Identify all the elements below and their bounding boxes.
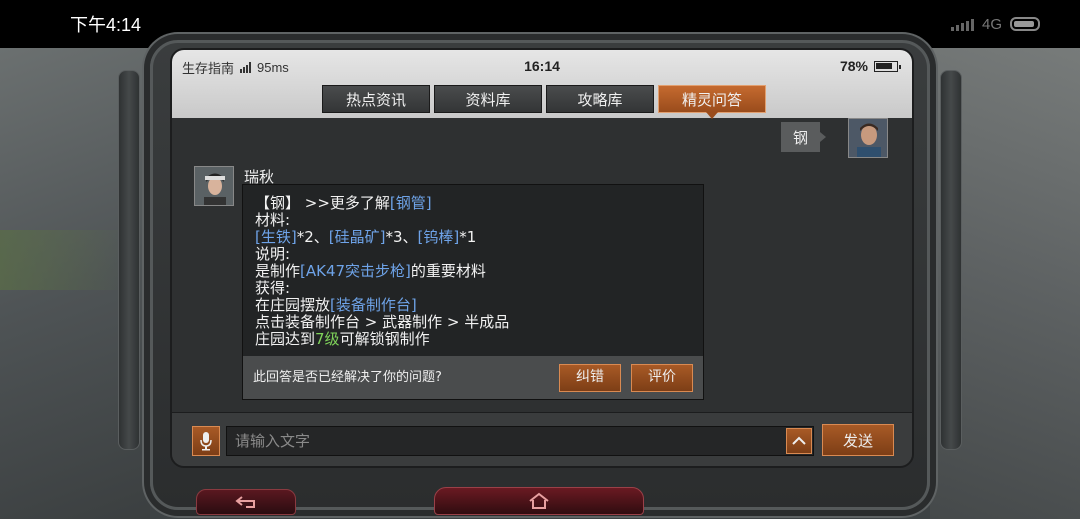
back-arrow-icon — [235, 496, 255, 508]
answer-text: 材料: — [255, 211, 291, 229]
back-button[interactable] — [196, 489, 296, 515]
answer-body: 【钢】 >>更多了解[钢管] 材料: [生铁]*2、[硅晶矿]*3、[钨棒]*1… — [243, 185, 703, 348]
battery-percent: 78% — [839, 58, 868, 74]
link-tungsten-rod[interactable]: [钨棒] — [418, 228, 460, 246]
phone-battery-icon — [1010, 17, 1040, 31]
user-message-bubble: 钢 — [780, 122, 827, 152]
input-bar: 发送 — [172, 412, 912, 466]
frame-side-left — [118, 70, 140, 450]
user-avatar[interactable] — [848, 118, 888, 158]
bot-portrait-icon — [195, 167, 233, 205]
level-value: 7级 — [315, 330, 340, 348]
user-portrait-icon — [849, 119, 887, 157]
home-icon — [529, 492, 549, 509]
rate-button[interactable]: 评价 — [631, 363, 693, 392]
answer-text: 是制作 — [255, 262, 301, 280]
tab-hot-news[interactable]: 热点资讯 — [322, 85, 430, 113]
answer-text: *2、 — [296, 228, 329, 246]
device-screen: 生存指南 95ms 16:14 78% 热点资讯 资料库 攻略库 精灵问答 钢 — [170, 48, 914, 468]
game-clock: 16:14 — [524, 58, 560, 74]
cell-signal-icon — [950, 17, 974, 31]
link-pig-iron[interactable]: [生铁] — [255, 228, 297, 246]
chevron-up-icon — [792, 436, 806, 445]
answer-text: 获得: — [255, 279, 291, 297]
user-message-text: 钢 — [792, 128, 808, 147]
game-status-right: 78% — [839, 58, 901, 74]
answer-card: 【钢】 >>更多了解[钢管] 材料: [生铁]*2、[硅晶矿]*3、[钨棒]*1… — [242, 184, 704, 400]
feedback-bar: 此回答是否已经解决了你的问题? 纠错 评价 — [243, 356, 703, 399]
feedback-question: 此回答是否已经解决了你的问题? — [253, 370, 442, 385]
tab-bar: 热点资讯 资料库 攻略库 精灵问答 — [322, 85, 766, 119]
answer-text: 【钢】 >>更多了解 — [255, 194, 390, 212]
link-silicon-ore[interactable]: [硅晶矿] — [329, 228, 386, 246]
voice-input-button[interactable] — [192, 426, 220, 456]
expand-up-button[interactable] — [786, 428, 812, 454]
link-workbench[interactable]: [装备制作台] — [330, 296, 417, 314]
answer-text: 点击装备制作台 > 武器制作 > 半成品 — [255, 313, 510, 331]
answer-text: 说明: — [255, 245, 291, 263]
answer-text: *3、 — [385, 228, 418, 246]
chat-text-input[interactable] — [226, 426, 814, 456]
answer-line: 【钢】 >>更多了解[钢管] — [255, 195, 691, 212]
phone-status-right: 4G — [950, 15, 1040, 33]
answer-line: 说明: — [255, 246, 691, 263]
background-foliage — [0, 230, 130, 290]
game-status-bar: 生存指南 95ms 16:14 78% — [172, 58, 912, 78]
answer-text: 的重要材料 — [410, 262, 486, 280]
link-steel-pipe[interactable]: [钢管] — [390, 194, 432, 212]
frame-side-right — [940, 70, 962, 450]
tab-database[interactable]: 资料库 — [434, 85, 542, 113]
answer-line: 点击装备制作台 > 武器制作 > 半成品 — [255, 314, 691, 331]
bot-avatar — [194, 166, 234, 206]
tab-qa[interactable]: 精灵问答 — [658, 85, 766, 119]
home-button[interactable] — [434, 487, 644, 515]
tab-guides[interactable]: 攻略库 — [546, 85, 654, 113]
phone-clock: 下午4:14 — [70, 15, 142, 35]
link-ak47[interactable]: [AK47突击步枪] — [300, 262, 411, 280]
answer-line: 获得: — [255, 280, 691, 297]
answer-text: 庄园达到 — [255, 330, 316, 348]
correct-error-button[interactable]: 纠错 — [559, 363, 621, 392]
answer-line: 庄园达到7级可解锁钢制作 — [255, 331, 691, 348]
answer-line: [生铁]*2、[硅晶矿]*3、[钨棒]*1 — [255, 229, 691, 246]
battery-icon — [874, 60, 901, 72]
microphone-icon — [200, 432, 212, 451]
send-button[interactable]: 发送 — [822, 424, 894, 456]
answer-text: 可解锁钢制作 — [339, 330, 430, 348]
game-header: 生存指南 95ms 16:14 78% 热点资讯 资料库 攻略库 精灵问答 — [172, 50, 912, 119]
chat-area: 钢 瑞秋 【钢】 >>更多了解[钢管] 材料: [生铁]*2、[硅晶矿]*3、[… — [172, 118, 912, 408]
answer-line: 材料: — [255, 212, 691, 229]
answer-line: 是制作[AK47突击步枪]的重要材料 — [255, 263, 691, 280]
answer-text: *1 — [459, 228, 477, 246]
answer-line: 在庄园摆放[装备制作台] — [255, 297, 691, 314]
answer-text: 在庄园摆放 — [255, 296, 331, 314]
network-type: 4G — [981, 15, 1002, 33]
